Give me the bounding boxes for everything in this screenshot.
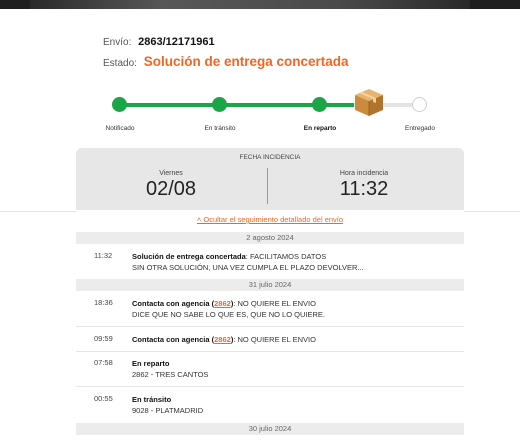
- top-bar-gradient: [30, 0, 470, 9]
- event-title: En tránsito: [132, 395, 172, 404]
- estado-label: Estado:: [103, 58, 137, 69]
- envio-value: 2863/12171961: [138, 36, 215, 48]
- agency-code-link[interactable]: 2862: [214, 335, 231, 344]
- event-text: : NO QUIERE EL ENVIO: [233, 299, 316, 308]
- step-label-notificado: Notificado: [105, 125, 135, 132]
- event-time: 11:32: [94, 251, 113, 260]
- agency-code-link[interactable]: 2862: [214, 299, 231, 308]
- day-header: 30 julio 2024: [76, 423, 464, 435]
- event-text: FACILITAMOS DATOS: [249, 252, 327, 261]
- row-divider: [76, 386, 464, 387]
- incidence-card: FECHA INCIDENCIA Viernes 02/08 Hora inci…: [76, 148, 464, 210]
- step-dot-notificado: [112, 97, 127, 112]
- event-title: Solución de entrega concertada: [132, 252, 246, 261]
- step-dot-en-transito: [212, 97, 227, 112]
- step-label-en-reparto: En reparto: [303, 125, 337, 132]
- event-detail: 2862 - TRES CANTOS: [132, 370, 209, 379]
- package-box-icon: [355, 89, 383, 116]
- incidence-hour-label: Hora incidencia: [339, 170, 389, 177]
- event-detail: SIN OTRA SOLUCIÓN, UNA VEZ CUMPLA EL PLA…: [132, 263, 364, 272]
- incidence-separator: [267, 168, 268, 204]
- incidence-title: FECHA INCIDENCIA: [239, 154, 301, 161]
- event-title: En reparto: [132, 359, 170, 368]
- event-text: : NO QUIERE EL ENVIO: [233, 335, 316, 344]
- row-divider: [76, 351, 464, 352]
- incidence-hour-block: Hora incidencia 11:32: [269, 170, 459, 201]
- incidence-day-name: Viernes: [159, 170, 183, 177]
- event-time: 09:59: [94, 334, 113, 343]
- step-label-entregado: Entregado: [405, 125, 435, 132]
- row-divider: [76, 326, 464, 327]
- browser-top-bar: [0, 0, 520, 9]
- hide-tracking-link[interactable]: ˄ Ocultar el seguimiento detallado del e…: [76, 215, 464, 224]
- day-header: 31 julio 2024: [76, 279, 464, 291]
- shipment-status-row: Estado: Solución de entrega concertada: [103, 54, 349, 69]
- event-time: 07:58: [94, 358, 113, 367]
- step-dot-en-reparto: [312, 97, 327, 112]
- day-header: 2 agosto 2024: [76, 232, 464, 244]
- incidence-hour: 11:32: [339, 178, 389, 200]
- event-detail: DICE QUE NO SABE LO QUE ES, QUE NO LO QU…: [132, 310, 325, 319]
- event-title: Contacta con agencia: [132, 299, 210, 308]
- event-detail: 9028 - PLATMADRID: [132, 406, 204, 415]
- step-dot-entregado: [412, 97, 427, 112]
- shipment-number-row: Envío: 2863/12171961: [103, 36, 215, 48]
- envio-label: Envío:: [103, 37, 132, 48]
- estado-value: Solución de entrega concertada: [143, 54, 349, 69]
- event-title: Contacta con agencia: [132, 335, 210, 344]
- step-label-en-transito: En tránsito: [204, 125, 236, 132]
- incidence-date-block: Viernes 02/08: [76, 170, 266, 201]
- event-time: 00:55: [94, 394, 113, 403]
- incidence-date: 02/08: [145, 178, 197, 200]
- event-time: 18:36: [94, 298, 113, 307]
